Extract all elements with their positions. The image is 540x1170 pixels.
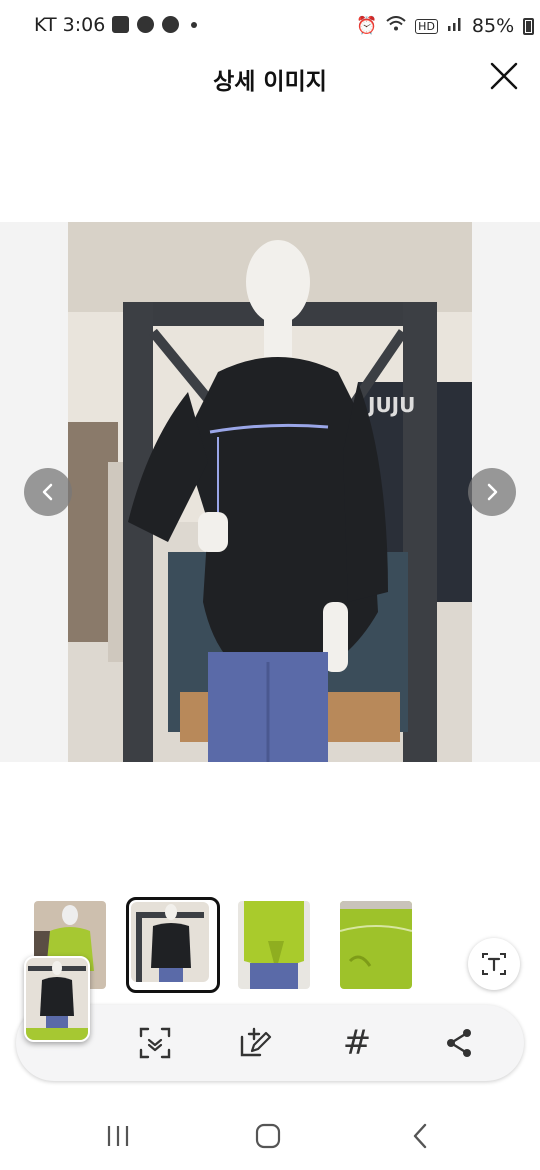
product-image: JUJU — [68, 222, 472, 762]
status-bar: KT 3:06 ⏰ HD 85% — [0, 0, 540, 54]
tag-button[interactable]: # — [335, 1021, 379, 1065]
battery-icon — [523, 17, 535, 35]
share-button[interactable] — [437, 1021, 481, 1065]
close-button[interactable] — [486, 58, 522, 94]
previous-image-button[interactable] — [24, 468, 72, 516]
signal-icon — [447, 16, 463, 37]
text-extract-button[interactable] — [468, 938, 520, 990]
thumbnail-3[interactable] — [238, 901, 310, 989]
thumbnail-2-selected[interactable] — [126, 897, 220, 993]
home-icon — [255, 1123, 281, 1149]
recent-apps-button[interactable] — [98, 1120, 138, 1152]
back-button[interactable] — [400, 1120, 440, 1152]
recent-apps-icon — [107, 1126, 129, 1146]
floating-preview-thumbnail[interactable] — [24, 956, 90, 1042]
app-notification-icon — [137, 16, 154, 33]
close-icon — [490, 62, 518, 90]
gallery-notification-icon — [112, 16, 129, 33]
battery-percent: 85% — [471, 15, 515, 37]
system-navigation-bar — [0, 1100, 540, 1170]
share-icon — [447, 1029, 471, 1057]
notification-icons — [112, 16, 197, 33]
chevron-left-icon — [42, 483, 53, 501]
more-notifications-icon — [191, 21, 197, 28]
text-extract-icon — [482, 953, 506, 975]
page-title: 상세 이미지 — [213, 69, 327, 95]
chevron-right-icon — [487, 483, 498, 501]
edit-button[interactable] — [234, 1021, 278, 1065]
bottom-toolbar: # — [16, 1005, 524, 1081]
thumbnail-4[interactable] — [340, 901, 412, 989]
home-button[interactable] — [248, 1120, 288, 1152]
alarm-icon: ⏰ — [356, 16, 378, 36]
image-viewer[interactable]: JUJU — [0, 222, 540, 762]
talk-notification-icon — [162, 16, 179, 33]
hashtag-icon: # — [342, 1023, 372, 1063]
edit-icon — [240, 1027, 272, 1057]
system-icons: ⏰ HD 85% — [356, 15, 535, 37]
svg-text:JUJU: JUJU — [366, 393, 415, 417]
carrier-time: KT 3:06 — [34, 14, 106, 36]
back-icon — [413, 1123, 427, 1149]
wifi-icon — [386, 15, 406, 37]
hd-icon: HD — [415, 18, 438, 34]
scan-button[interactable] — [133, 1021, 177, 1065]
next-image-button[interactable] — [468, 468, 516, 516]
scan-icon — [139, 1027, 171, 1059]
